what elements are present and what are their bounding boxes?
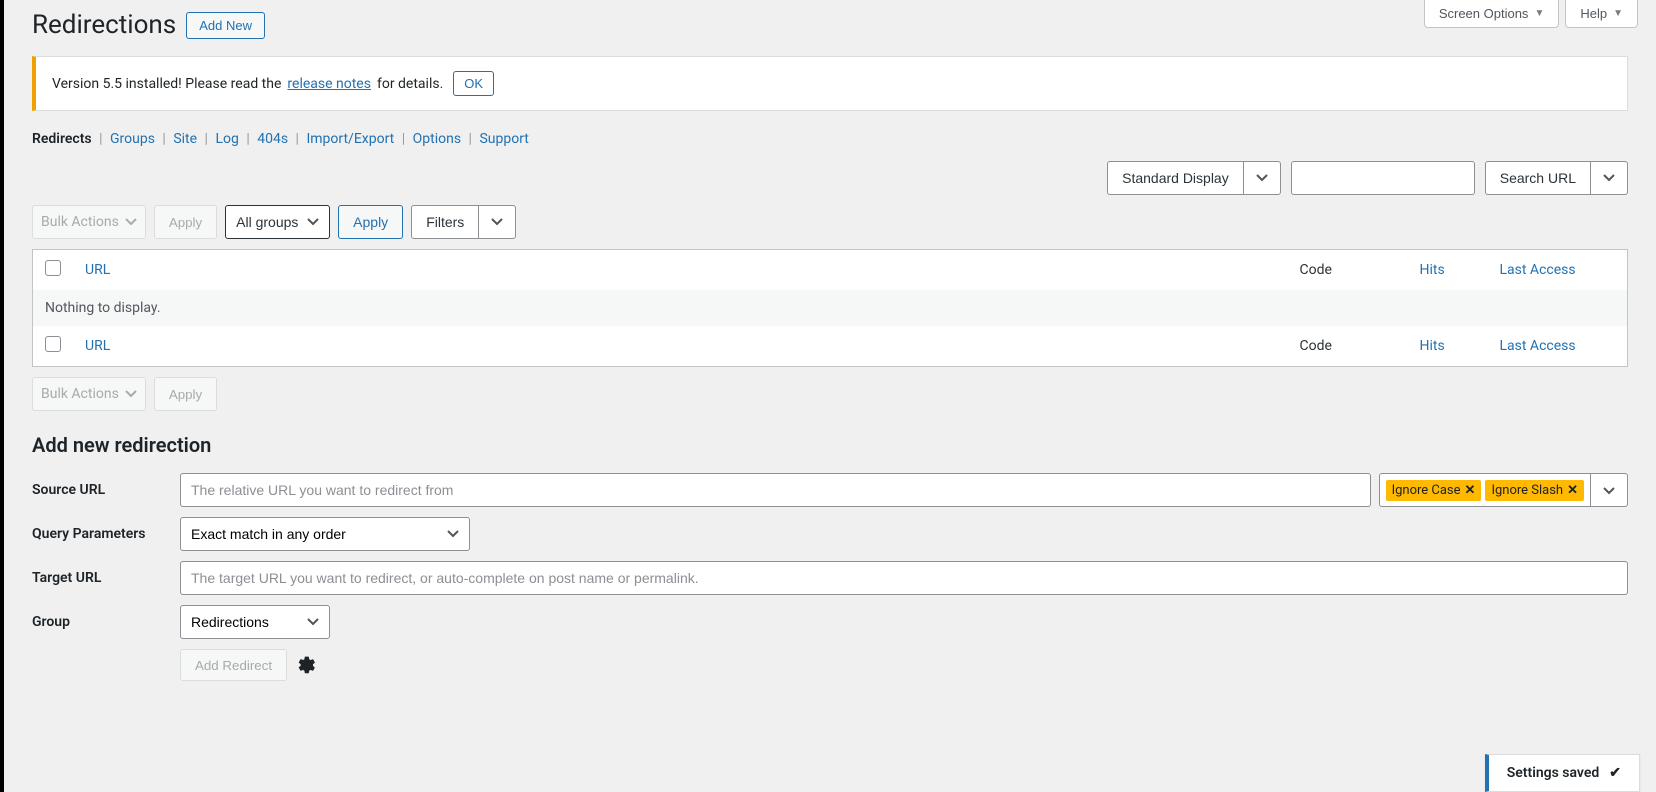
table-empty-row: Nothing to display. xyxy=(33,290,1628,326)
col-url-foot[interactable]: URL xyxy=(73,326,1288,367)
chevron-down-icon xyxy=(491,218,503,226)
subnav-options[interactable]: Options xyxy=(413,131,461,147)
subnav-site[interactable]: Site xyxy=(173,131,197,147)
close-icon[interactable]: ✕ xyxy=(1567,483,1578,498)
toast-message: Settings saved xyxy=(1507,765,1600,781)
select-all-checkbox-top[interactable] xyxy=(45,260,61,276)
search-url-label[interactable]: Search URL xyxy=(1486,162,1590,194)
col-code-foot: Code xyxy=(1288,326,1408,367)
add-redirect-button: Add Redirect xyxy=(180,649,287,681)
gear-icon xyxy=(297,655,317,675)
search-url-dropdown[interactable] xyxy=(1590,162,1627,194)
redirects-table: URL Code Hits Last Access Nothing to dis… xyxy=(32,249,1628,367)
advanced-settings-toggle[interactable] xyxy=(297,655,317,675)
chevron-down-icon xyxy=(125,218,137,226)
notice-ok-button[interactable]: OK xyxy=(453,71,494,96)
select-all-checkbox-bottom[interactable] xyxy=(45,336,61,352)
check-icon: ✔ xyxy=(1609,765,1621,781)
col-hits-foot[interactable]: Hits xyxy=(1408,326,1488,367)
target-url-label: Target URL xyxy=(32,570,180,586)
query-params-select[interactable]: Exact match in any order xyxy=(180,517,470,551)
sub-navigation: Redirects | Groups | Site | Log | 404s |… xyxy=(32,131,1628,147)
tag-ignore-slash-label: Ignore Slash xyxy=(1491,483,1563,498)
bulk-actions-label-bottom: Bulk Actions xyxy=(41,386,119,402)
search-input[interactable] xyxy=(1291,161,1475,195)
group-filter-select[interactable]: All groups xyxy=(225,205,330,239)
bulk-apply-button: Apply xyxy=(154,205,217,239)
chevron-down-icon xyxy=(1603,174,1615,182)
col-code: Code xyxy=(1288,250,1408,291)
chevron-down-icon xyxy=(1256,174,1268,182)
subnav-log[interactable]: Log xyxy=(215,131,238,147)
display-mode-select[interactable]: Standard Display xyxy=(1107,161,1281,195)
col-url[interactable]: URL xyxy=(73,250,1288,291)
release-notes-link[interactable]: release notes xyxy=(287,76,371,92)
add-redirection-heading: Add new redirection xyxy=(32,433,1628,457)
add-new-button[interactable]: Add New xyxy=(186,12,265,39)
close-icon[interactable]: ✕ xyxy=(1465,483,1476,498)
notice-suffix: for details. xyxy=(377,76,443,92)
source-url-input[interactable] xyxy=(180,473,1371,507)
search-url-button[interactable]: Search URL xyxy=(1485,161,1628,195)
bulk-actions-label: Bulk Actions xyxy=(41,214,119,230)
group-label: Group xyxy=(32,614,180,630)
chevron-down-icon xyxy=(125,390,137,398)
bulk-actions-select-bottom: Bulk Actions xyxy=(32,377,146,411)
chevron-down-icon: ▼ xyxy=(1613,8,1623,19)
col-last-access-foot[interactable]: Last Access xyxy=(1488,326,1628,367)
target-url-input[interactable] xyxy=(180,561,1628,595)
subnav-404s[interactable]: 404s xyxy=(257,131,288,147)
display-mode-dropdown[interactable] xyxy=(1243,162,1280,194)
subnav-groups[interactable]: Groups xyxy=(110,131,155,147)
group-select[interactable]: Redirections xyxy=(180,605,330,639)
empty-message: Nothing to display. xyxy=(33,290,1628,326)
col-last-access[interactable]: Last Access xyxy=(1488,250,1628,291)
filters-button[interactable]: Filters xyxy=(411,205,516,239)
filter-apply-button[interactable]: Apply xyxy=(338,205,403,239)
source-url-label: Source URL xyxy=(32,482,180,498)
tag-ignore-case-label: Ignore Case xyxy=(1392,483,1461,498)
display-mode-label[interactable]: Standard Display xyxy=(1108,162,1243,194)
filters-label[interactable]: Filters xyxy=(412,206,478,238)
bulk-actions-select: Bulk Actions xyxy=(32,205,146,239)
help-button[interactable]: Help ▼ xyxy=(1565,0,1638,28)
subnav-import-export[interactable]: Import/Export xyxy=(306,131,394,147)
filters-dropdown[interactable] xyxy=(478,206,515,238)
subnav-redirects[interactable]: Redirects xyxy=(32,131,92,147)
notice-prefix: Version 5.5 installed! Please read the xyxy=(52,76,281,92)
source-flags-box[interactable]: Ignore Case ✕ Ignore Slash ✕ xyxy=(1379,473,1628,507)
col-hits[interactable]: Hits xyxy=(1408,250,1488,291)
page-title: Redirections xyxy=(32,10,176,40)
flags-dropdown[interactable] xyxy=(1590,474,1627,506)
tag-ignore-case[interactable]: Ignore Case ✕ xyxy=(1386,480,1482,501)
update-notice: Version 5.5 installed! Please read the r… xyxy=(32,56,1628,111)
screen-options-button[interactable]: Screen Options ▼ xyxy=(1424,0,1560,28)
chevron-down-icon xyxy=(1603,487,1615,495)
subnav-support[interactable]: Support xyxy=(479,131,528,147)
query-params-label: Query Parameters xyxy=(32,526,180,542)
screen-options-label: Screen Options xyxy=(1439,6,1529,21)
tag-ignore-slash[interactable]: Ignore Slash ✕ xyxy=(1485,480,1584,501)
help-label: Help xyxy=(1580,6,1607,21)
bulk-apply-button-bottom: Apply xyxy=(154,377,217,411)
settings-saved-toast: Settings saved ✔ xyxy=(1485,754,1640,792)
chevron-down-icon: ▼ xyxy=(1534,8,1544,19)
